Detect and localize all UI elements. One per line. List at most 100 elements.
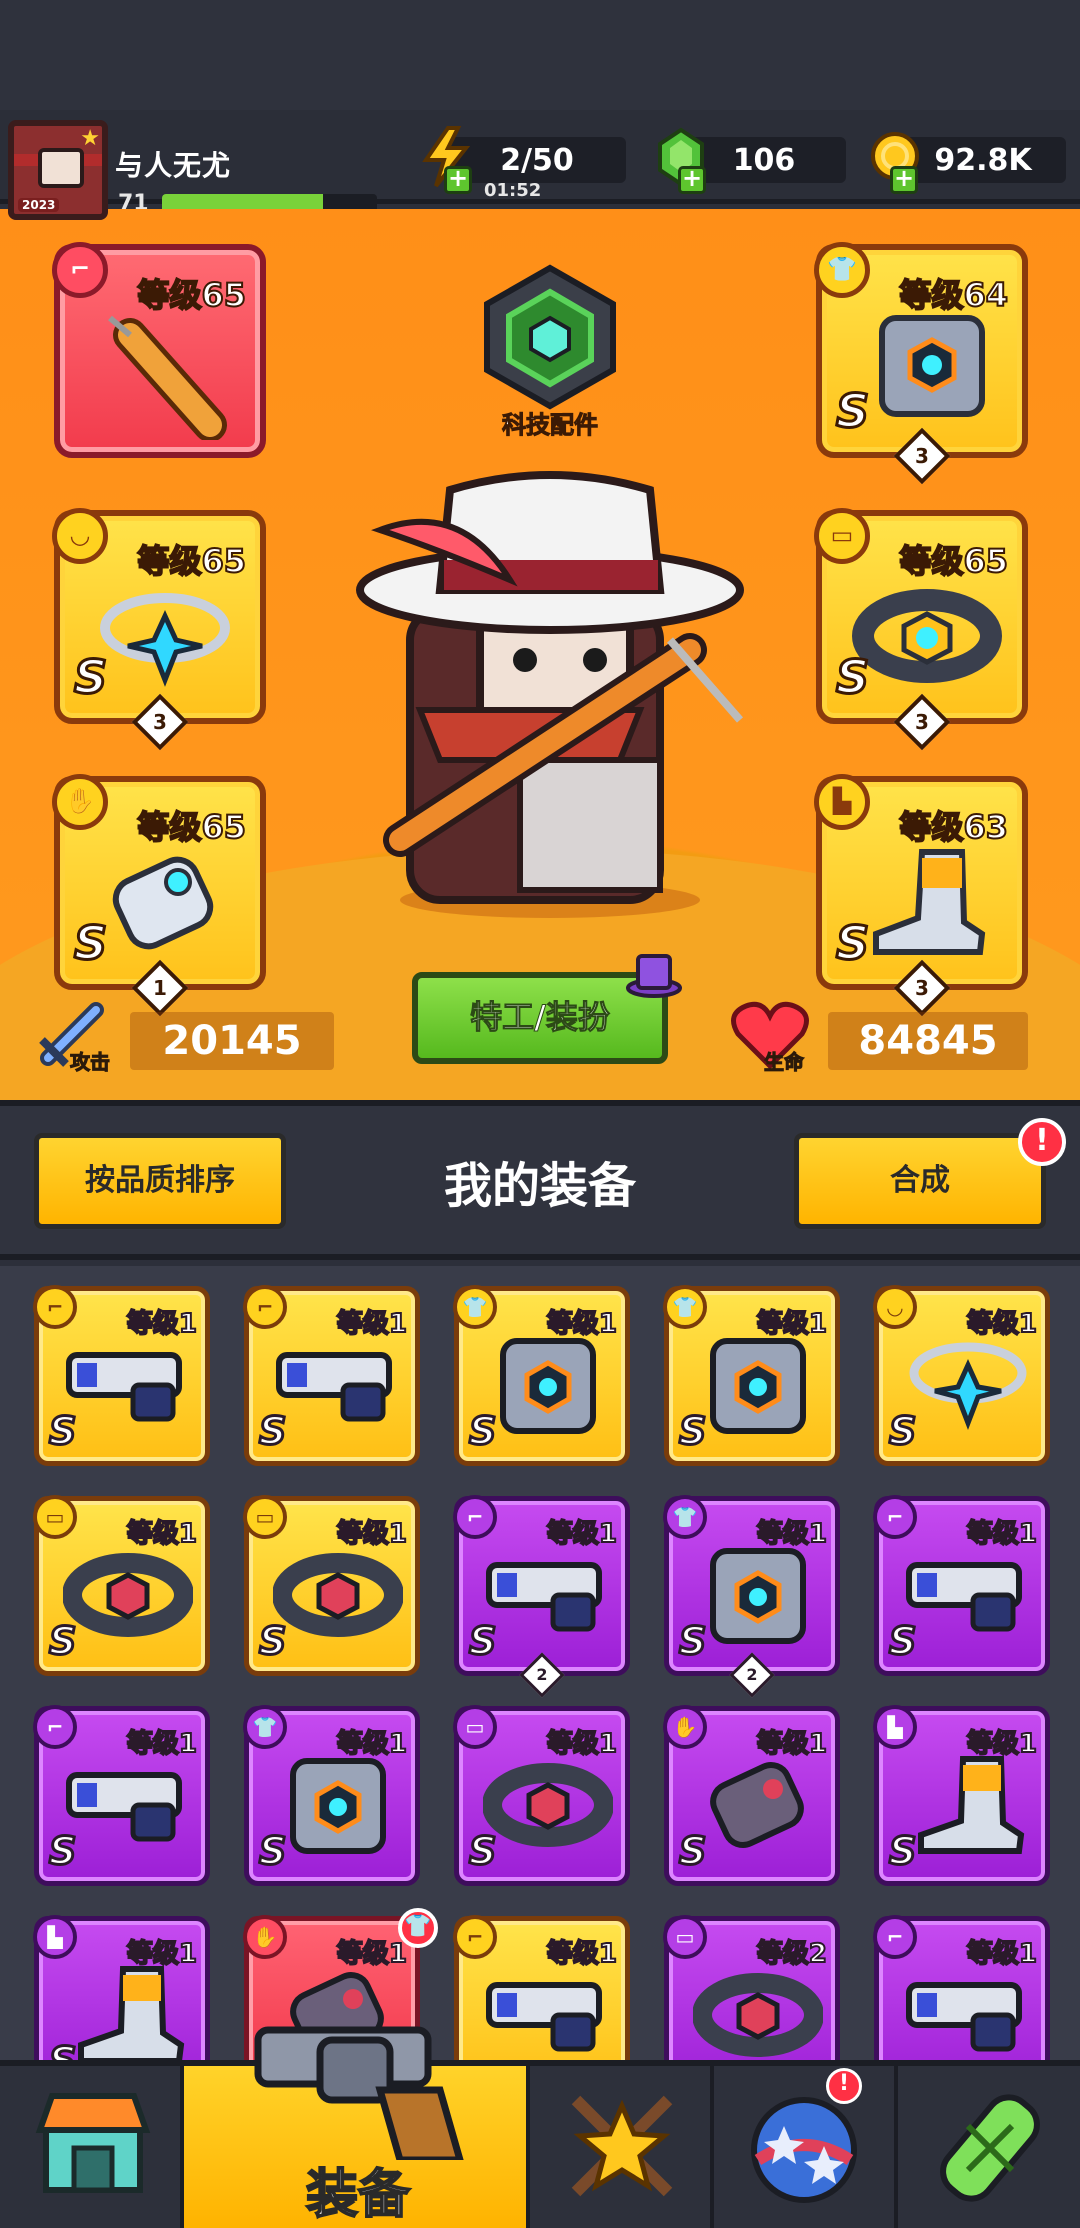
slot-boots[interactable]: ▙ 等级63 S 3 <box>814 774 1028 1017</box>
inventory-item[interactable]: ▭ 等级1 S <box>243 1495 420 1676</box>
gun-item-icon <box>906 1562 1022 1632</box>
inventory-item-level: 等级1 <box>966 1728 1038 1760</box>
belt-item-icon <box>852 589 1002 683</box>
add-energy-button[interactable]: + <box>444 166 472 194</box>
armor-item-icon <box>290 1758 386 1854</box>
inventory-item[interactable]: ⌐ 等级1 S <box>33 1705 210 1886</box>
inventory-item-level: 等级1 <box>126 1518 198 1550</box>
inventory-item-level: 等级1 <box>336 1518 408 1550</box>
add-coins-button[interactable]: + <box>890 166 918 194</box>
add-gems-button[interactable]: + <box>678 166 706 194</box>
slot-necklace[interactable]: ◡ 等级65 S 3 <box>52 508 266 751</box>
equipment-screen: ★ 2023 与人无尤 71 2/50 + 01:52 106 + 92.8K … <box>0 0 1080 2228</box>
inventory-item-level: 等级1 <box>546 1308 618 1340</box>
gun-type-icon: ⌐ <box>52 242 108 298</box>
merge-button[interactable]: 合成 <box>794 1133 1046 1229</box>
inventory-item-level: 等级1 <box>336 1308 408 1340</box>
belt-type-icon: ▭ <box>453 1705 497 1749</box>
inventory-item[interactable]: 👕 等级1 S 2 <box>663 1495 840 1698</box>
boots-item-icon <box>78 1966 185 2060</box>
slot-gloves[interactable]: ✋ 等级65 S 1 <box>52 774 266 1017</box>
gun-type-icon: ⌐ <box>873 1915 917 1959</box>
inventory-item-grade: S <box>47 2038 77 2061</box>
belt-type-icon: ▭ <box>243 1495 287 1539</box>
boot-type-icon: ▙ <box>814 774 870 830</box>
inventory-item[interactable]: ◡ 等级1 S <box>873 1285 1050 1466</box>
gloves-item-icon <box>710 1762 804 1848</box>
gun-item-icon <box>66 1352 182 1422</box>
armor-item-icon <box>710 1548 806 1644</box>
inventory-item-level: 等级1 <box>336 1728 408 1760</box>
merge-alert-icon: ! <box>1018 1118 1066 1166</box>
inventory-item-grade: S <box>467 1408 497 1455</box>
nav-tab-equipment-label: 装备 <box>305 2164 411 2226</box>
inventory-item[interactable]: ▙ 等级1 S <box>33 1915 210 2061</box>
belt-item-icon <box>273 1553 403 1637</box>
inventory-item[interactable]: 👕 等级1 S <box>243 1705 420 1886</box>
inventory-item[interactable]: ⌐ 等级1 <box>453 1915 630 2060</box>
inventory-item[interactable]: ⌐ 等级1 S <box>243 1285 420 1466</box>
shirt-type-icon: 👕 <box>814 242 870 298</box>
inventory-item-grade: S <box>887 1618 917 1665</box>
inventory-item[interactable]: ⌐ 等级1 <box>873 1915 1050 2060</box>
armor-type-icon: 👕 <box>663 1285 707 1329</box>
inventory-item[interactable]: ▭ 等级2 <box>663 1915 840 2060</box>
inventory-item-grade: S <box>257 1828 287 1875</box>
hero-character <box>356 471 744 918</box>
gun-type-icon: ⌐ <box>453 1495 497 1539</box>
inventory-item-count: 2 <box>729 1652 775 1698</box>
armor-item-icon <box>710 1338 806 1434</box>
necklace-type-icon: ◡ <box>52 508 108 564</box>
inventory-item[interactable]: ✋ 等级1 S <box>663 1705 840 1886</box>
bat-icon <box>108 315 227 440</box>
inventory-item-level: 等级1 <box>126 1938 198 1970</box>
inventory-item-count: 2 <box>519 1652 565 1698</box>
inventory-item-grade: S <box>677 1828 707 1875</box>
necklace-item-icon <box>909 1342 1027 1430</box>
armor-item-icon <box>879 315 985 417</box>
gloves-type-icon: ✋ <box>243 1915 287 1959</box>
inventory-item-level: 等级1 <box>546 1728 618 1760</box>
gun-type-icon: ⌐ <box>453 1915 497 1959</box>
inventory-item[interactable]: ⌐ 等级1 S 2 <box>453 1495 630 1698</box>
inventory-item[interactable]: 👕 等级1 S <box>663 1285 840 1466</box>
gun-item-icon <box>276 1352 392 1422</box>
inventory-item-level: 等级1 <box>756 1728 828 1760</box>
slot-armor[interactable]: 👕 等级64 S 3 <box>814 242 1028 485</box>
coin-counter: 92.8K <box>900 137 1066 183</box>
inventory-item[interactable]: ▭ 等级1 S <box>453 1705 630 1886</box>
avatar-face <box>38 148 84 188</box>
slot-weapon[interactable]: ⌐ 等级65 <box>52 242 266 458</box>
inventory-item[interactable]: ▙ 等级1 S <box>873 1705 1050 1886</box>
boots-type-icon: ▙ <box>873 1705 917 1749</box>
star-ball-icon <box>751 2097 857 2203</box>
slot-belt[interactable]: ▭ 等级65 S 3 <box>814 508 1028 751</box>
gun-item-icon <box>906 1982 1022 2052</box>
inventory-item[interactable]: ⌐ 等级1 S <box>873 1495 1050 1676</box>
belt-type-icon: ▭ <box>33 1495 77 1539</box>
inventory-item[interactable]: 👕 等级1 S <box>453 1285 630 1466</box>
inventory-item-grade: S <box>677 1618 707 1665</box>
dna-capsule-icon <box>940 2094 1040 2202</box>
avatar-year-badge: 2023 <box>18 198 60 212</box>
gun-item-icon <box>486 1562 602 1632</box>
revolver-icon <box>254 2026 464 2160</box>
boot-item-icon <box>873 849 986 955</box>
tech-part-icon[interactable] <box>477 262 623 412</box>
top-hat-icon <box>626 954 682 998</box>
inventory-item[interactable]: ▭ 等级1 S <box>33 1495 210 1676</box>
slot-belt-grade: S <box>834 649 870 706</box>
gun-type-icon: ⌐ <box>33 1705 77 1749</box>
health-value: 84845 <box>828 1012 1028 1070</box>
sort-by-quality-button[interactable]: 按品质排序 <box>34 1133 286 1229</box>
player-avatar[interactable]: ★ 2023 <box>8 120 108 220</box>
slot-gloves-grade: S <box>72 915 108 972</box>
armor-type-icon: 👕 <box>453 1285 497 1329</box>
talent-alert-icon: ! <box>826 2068 862 2104</box>
inventory-item[interactable]: ⌐ 等级1 S <box>33 1285 210 1466</box>
inventory-item-level: 等级2 <box>756 1938 828 1970</box>
star-swords-icon <box>571 2095 673 2197</box>
glove-type-icon: ✋ <box>52 774 108 830</box>
inventory-item-level: 等级1 <box>756 1518 828 1550</box>
health-label: 生命 <box>764 1050 805 1075</box>
